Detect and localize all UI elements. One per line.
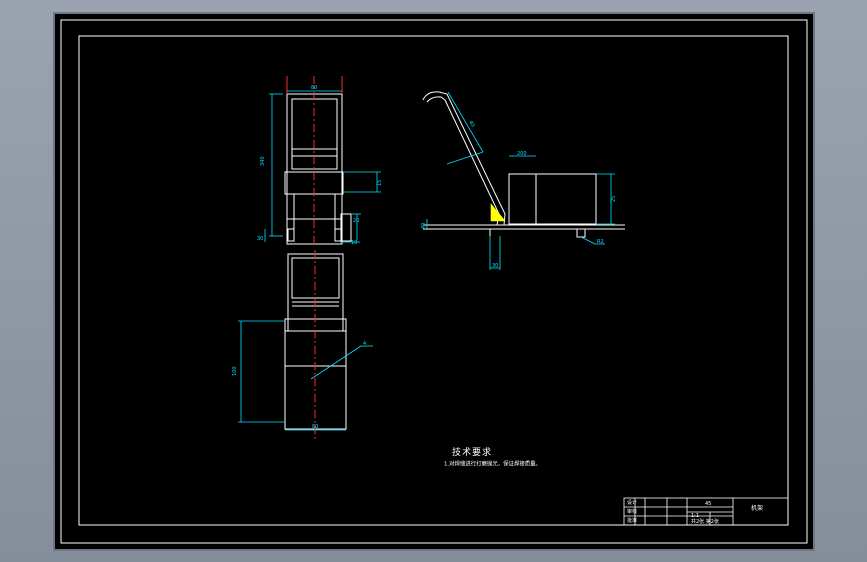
inner-frame — [78, 35, 789, 526]
title-material: 45 — [705, 501, 712, 507]
dim-pin: 20 — [353, 218, 359, 224]
dim-bottom-height: 100 — [232, 366, 238, 376]
dim-foot-radius: R2 — [597, 239, 604, 245]
technical-requirements-line: 1.对焊缝进行打磨抛光，保证焊接质量。 — [444, 460, 541, 468]
drawing-viewport[interactable]: 80 340 15 20 30 10 100 80 4 40 200 25 40… — [55, 14, 813, 549]
front-view-top — [284, 93, 352, 245]
right-view — [422, 91, 625, 238]
dim-offset: 15 — [377, 180, 383, 186]
title-cell-review: 审核 — [627, 509, 638, 515]
technical-requirements-title: 技术要求 — [452, 448, 493, 458]
dim-tray-width: 200 — [517, 151, 527, 157]
outer-frame — [60, 19, 808, 544]
right-view-dimensions — [426, 91, 615, 270]
title-cell-approve: 批准 — [627, 518, 638, 524]
dim-post-width: 30 — [492, 263, 498, 269]
title-cell-design: 设计 — [627, 500, 638, 506]
dim-top-width: 80 — [311, 85, 317, 91]
dim-bottom-width: 80 — [312, 424, 318, 430]
dim-foot-left: 30 — [257, 236, 263, 242]
side-view-dimensions — [238, 320, 373, 431]
dim-foot-right: 10 — [351, 240, 357, 246]
dim-tray-height: 25 — [611, 196, 617, 202]
dim-left-height: 340 — [260, 156, 266, 166]
cad-drawing: 80 340 15 20 30 10 100 80 4 40 200 25 40… — [60, 19, 808, 544]
dim-base-left: 40 — [421, 223, 427, 229]
dim-weld-leader: 4 — [363, 341, 366, 347]
weld-fill — [490, 203, 506, 222]
title-drawing-name: 机架 — [751, 505, 764, 512]
title-sheet: 共2张 第2张 — [691, 519, 719, 525]
